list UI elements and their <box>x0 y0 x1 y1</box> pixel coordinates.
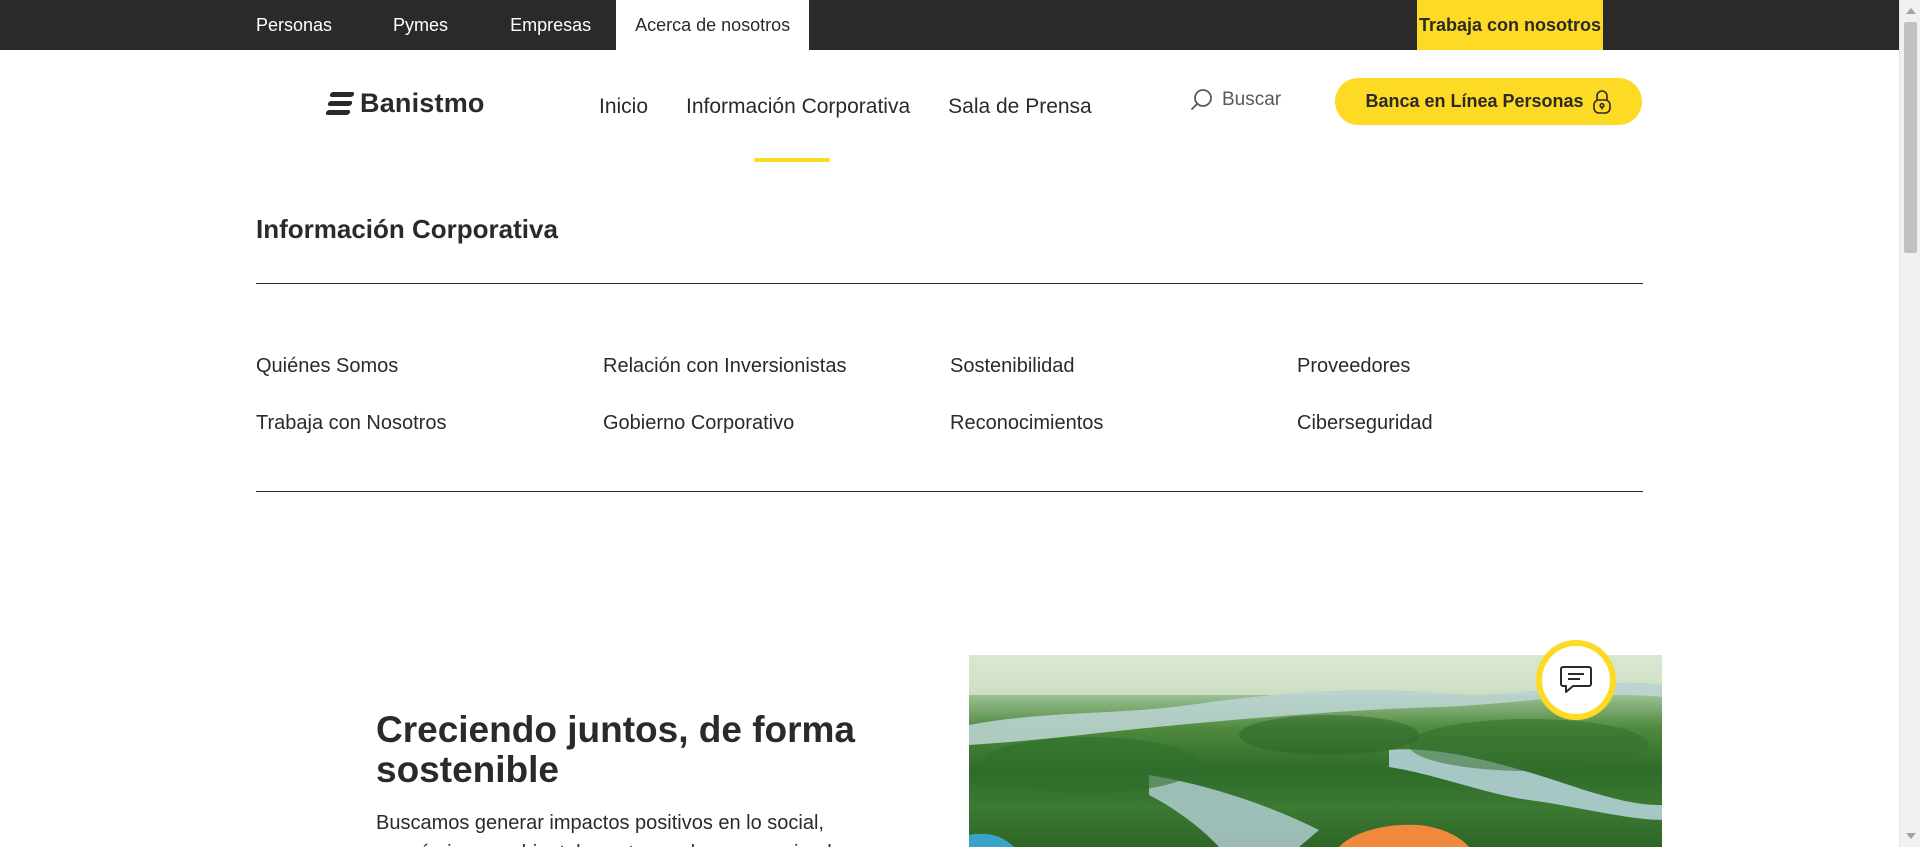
top-bar: Personas Pymes Empresas Acerca de nosotr… <box>0 0 1899 50</box>
segment-empresas[interactable]: Empresas <box>485 0 616 50</box>
lock-icon <box>1592 89 1611 114</box>
segment-pymes[interactable]: Pymes <box>352 0 485 50</box>
hero-text: Buscamos generar impactos positivos en l… <box>376 812 843 847</box>
divider-top <box>256 283 1643 284</box>
scroll-up-arrow-icon[interactable] <box>1906 8 1916 14</box>
main-nav: Inicio Información Corporativa Sala de P… <box>599 50 1130 162</box>
logo-mark-icon <box>325 91 355 117</box>
section-title: Información Corporativa <box>256 214 558 244</box>
hero-title: Creciendo juntos, de forma sostenible <box>376 709 856 790</box>
link-quienes-somos[interactable]: Quiénes Somos <box>256 354 603 378</box>
link-reconocimientos[interactable]: Reconocimientos <box>950 411 1297 435</box>
scroll-thumb[interactable] <box>1904 22 1917 253</box>
nav-sala-de-prensa[interactable]: Sala de Prensa <box>948 50 1092 150</box>
active-nav-indicator <box>754 158 831 162</box>
segment-nav: Personas Pymes Empresas Acerca de nosotr… <box>256 0 810 50</box>
banistmo-logo[interactable]: Banistmo <box>325 88 485 119</box>
segment-personas[interactable]: Personas <box>256 0 352 50</box>
page-scrollbar[interactable] <box>1899 0 1920 847</box>
nav-inicio-label: Inicio <box>599 95 649 118</box>
logo-text: Banistmo <box>360 88 485 118</box>
search-button[interactable]: Buscar <box>1190 88 1281 112</box>
link-sostenibilidad[interactable]: Sostenibilidad <box>950 354 1297 378</box>
chat-button[interactable] <box>1536 640 1616 720</box>
nav-inicio[interactable]: Inicio <box>599 50 648 150</box>
link-relacion-inversionistas[interactable]: Relación con Inversionistas <box>603 354 950 378</box>
online-banking-label: Banca en Línea Personas <box>1365 91 1584 111</box>
online-banking-button[interactable]: Banca en Línea Personas <box>1335 78 1642 125</box>
chat-icon <box>1560 666 1592 693</box>
nav-sala-de-prensa-label: Sala de Prensa <box>948 95 1092 118</box>
scroll-down-arrow-icon[interactable] <box>1906 833 1916 839</box>
search-icon <box>1191 89 1212 110</box>
corporate-links: Quiénes Somos Relación con Inversionista… <box>256 354 1643 435</box>
nav-informacion-corporativa[interactable]: Información Corporativa <box>686 50 911 162</box>
link-gobierno-corporativo[interactable]: Gobierno Corporativo <box>603 411 950 435</box>
link-ciberseguridad[interactable]: Ciberseguridad <box>1297 411 1643 435</box>
work-with-us-button[interactable]: Trabaja con nosotros <box>1417 0 1603 50</box>
nav-informacion-corporativa-label: Información Corporativa <box>686 95 911 118</box>
segment-acerca-de-nosotros[interactable]: Acerca de nosotros <box>616 0 810 50</box>
search-label: Buscar <box>1222 89 1282 110</box>
divider-bottom <box>256 491 1643 492</box>
link-proveedores[interactable]: Proveedores <box>1297 354 1643 378</box>
link-trabaja-con-nosotros[interactable]: Trabaja con Nosotros <box>256 411 603 435</box>
main-header: Banistmo Inicio Información Corporativa … <box>0 50 1899 162</box>
